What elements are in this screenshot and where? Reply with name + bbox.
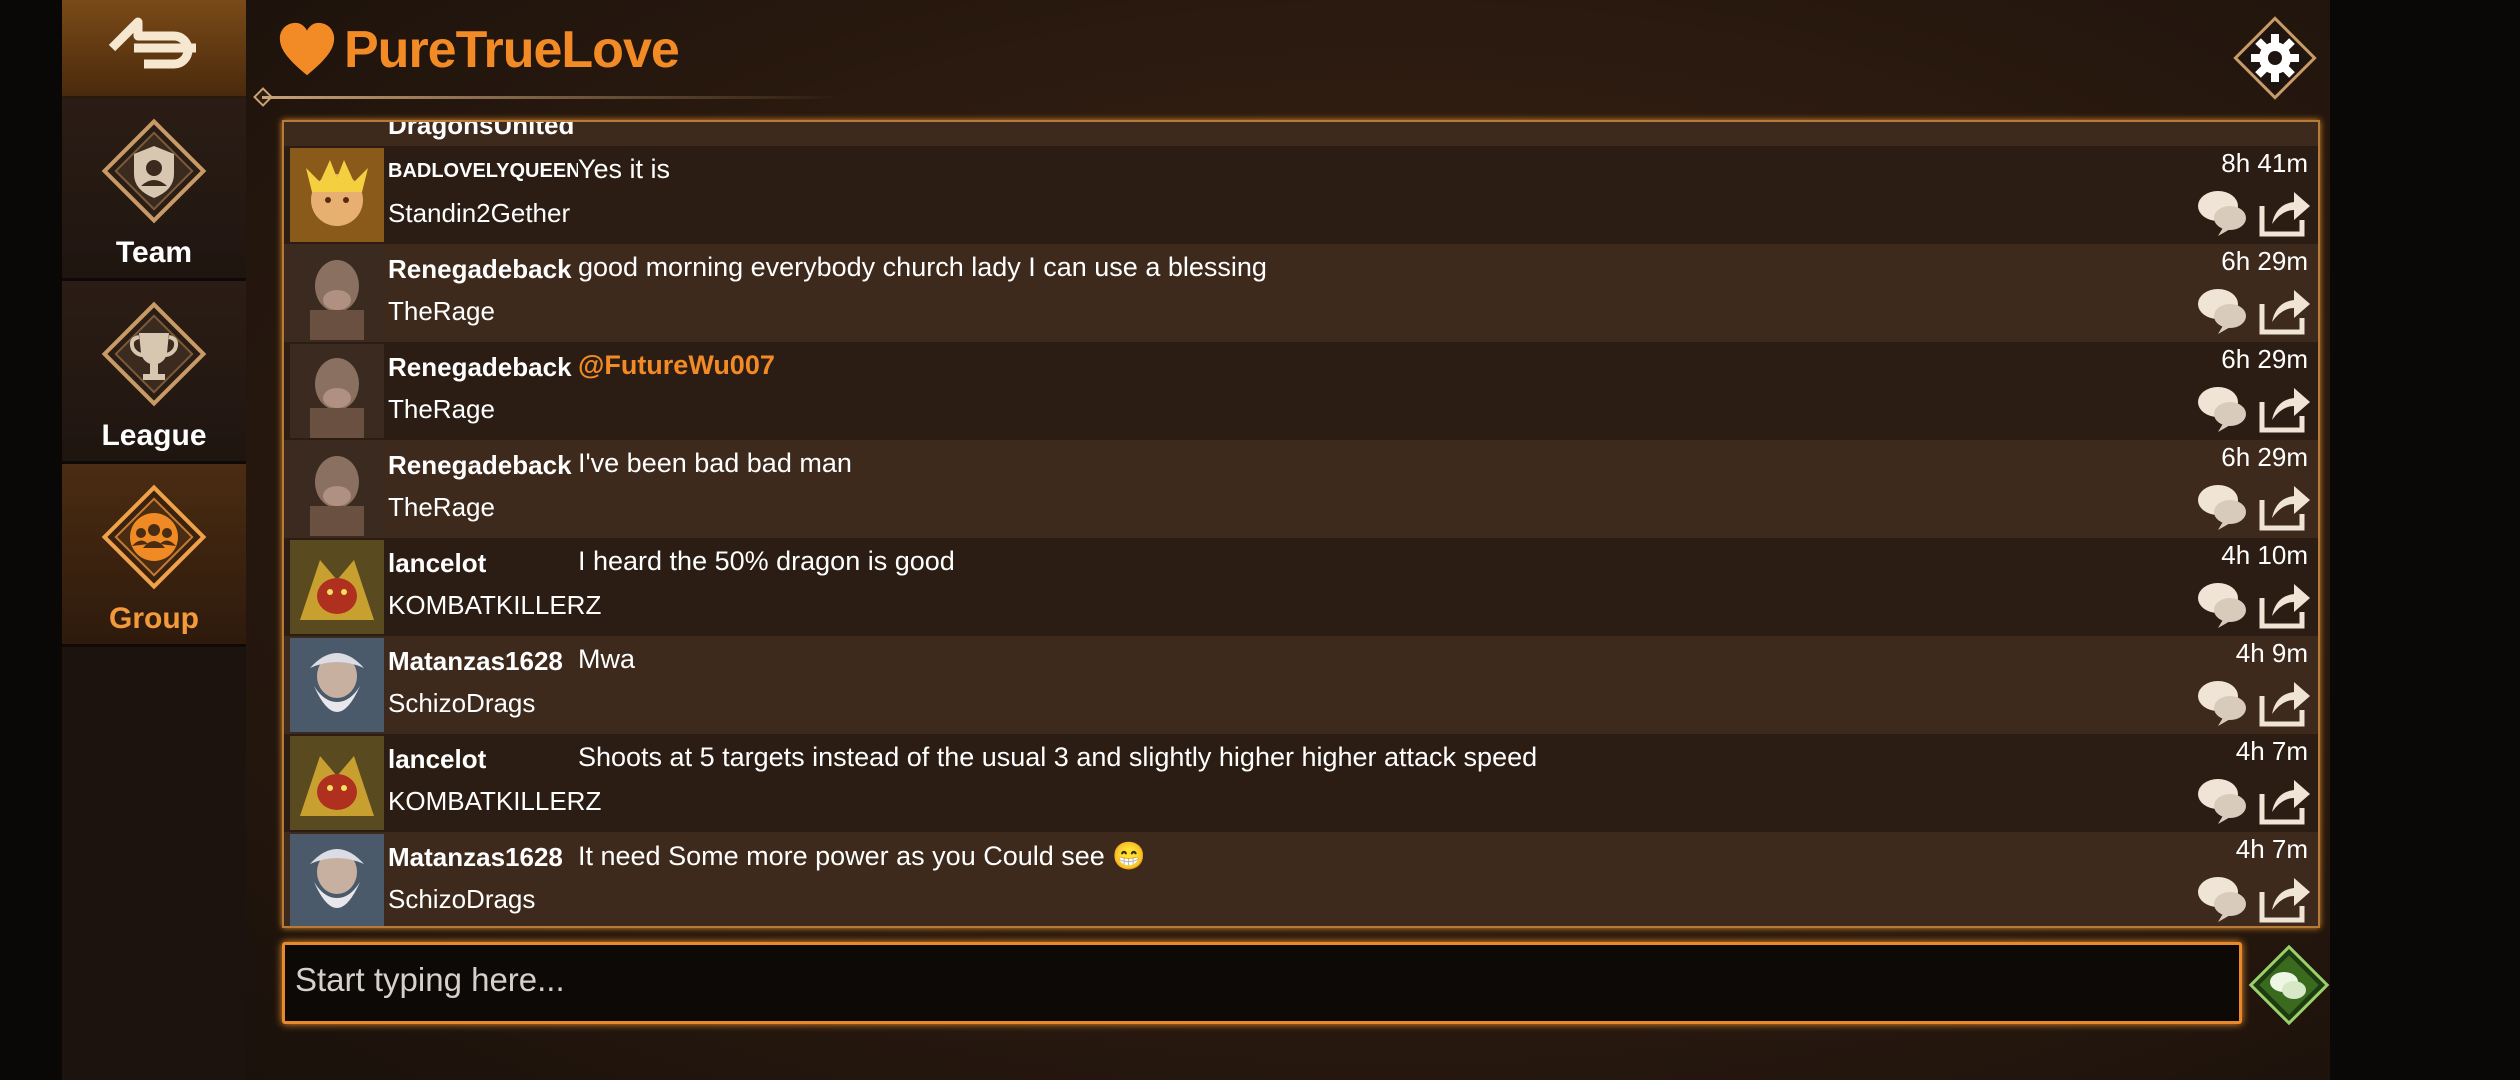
message-username[interactable]: Renegadeback [388, 254, 578, 285]
queen-avatar[interactable] [290, 148, 384, 242]
dragon-avatar[interactable] [290, 540, 384, 634]
reply-icon[interactable] [2194, 186, 2250, 238]
message-mention[interactable]: @FutureWu007 [578, 350, 2178, 381]
message-username[interactable]: Renegadeback [388, 450, 578, 481]
message-time: 6h 29m [2221, 442, 2308, 472]
sidebar-item-team[interactable]: Team [62, 98, 246, 281]
message-username[interactable]: BADLOVELYQUEEN [388, 160, 578, 183]
message-username[interactable]: Matanzas1628 [388, 646, 578, 677]
group-icon [101, 484, 207, 590]
message-username: DragonsUnited [388, 122, 575, 140]
chat-main: PureTrueLove DragonsUnited BADLOVELYQUEE… [246, 0, 2330, 1080]
list-item: BADLOVELYQUEEN Standin2Gether Yes it is … [284, 146, 2318, 245]
heart-icon [279, 22, 335, 76]
ape-avatar[interactable] [290, 442, 384, 536]
reply-icon[interactable] [2194, 578, 2250, 630]
message-time: 8h 41m [2221, 148, 2308, 178]
send-button[interactable] [2246, 942, 2332, 1028]
list-item: lancelot KOMBATKILLERZ Shoots at 5 targe… [284, 734, 2318, 833]
share-icon[interactable] [2256, 774, 2312, 826]
sidebar-item-label: League [101, 419, 207, 452]
list-item: Renegadeback TheRage good morning everyb… [284, 244, 2318, 343]
reply-icon[interactable] [2194, 872, 2250, 924]
trophy-icon [101, 301, 207, 407]
message-team: KOMBATKILLERZ [388, 590, 602, 620]
message-text: It need Some more power as you Could see… [578, 841, 1146, 871]
title-divider [262, 96, 842, 99]
message-time: 4h 7m [2235, 736, 2308, 766]
reply-icon[interactable] [2194, 676, 2250, 728]
message-text: good morning everybody church lady I can… [578, 252, 1267, 282]
sidebar-item-label: Group [109, 602, 199, 635]
message-text: I heard the 50% dragon is good [578, 546, 955, 576]
sidebar-item-group[interactable]: Group [62, 464, 254, 647]
sidebar-item-label: Team [115, 236, 193, 269]
share-icon[interactable] [2256, 382, 2312, 434]
sidebar: Team League Group [62, 0, 254, 1080]
reply-icon[interactable] [2194, 284, 2250, 336]
message-text: Shoots at 5 targets instead of the usual… [578, 742, 1538, 772]
sidebar-item-league[interactable]: League [62, 281, 246, 464]
message-username[interactable]: Renegadeback [388, 352, 578, 383]
message-username[interactable]: lancelot [388, 548, 578, 579]
reply-icon[interactable] [2194, 774, 2250, 826]
message-team: TheRage [388, 394, 495, 424]
message-time: 4h 7m [2235, 834, 2308, 864]
message-time: 4h 10m [2221, 540, 2308, 570]
list-item: Matanzas1628 SchizoDrags It need Some mo… [284, 832, 2318, 928]
message-time: 4h 9m [2235, 638, 2308, 668]
share-icon[interactable] [2256, 676, 2312, 728]
message-username[interactable]: lancelot [388, 744, 578, 775]
message-team: SchizoDrags [388, 884, 536, 914]
message-time: 6h 29m [2221, 344, 2308, 374]
right-border [2330, 0, 2520, 1080]
dragon-avatar[interactable] [290, 736, 384, 830]
chat-message-list[interactable]: DragonsUnited BADLOVELYQUEEN Standin2Get… [282, 120, 2320, 928]
ape-avatar[interactable] [290, 246, 384, 340]
share-icon[interactable] [2256, 480, 2312, 532]
share-icon[interactable] [2256, 284, 2312, 336]
back-button[interactable] [62, 0, 246, 98]
reply-icon[interactable] [2194, 480, 2250, 532]
message-team: TheRage [388, 296, 495, 326]
wizard-avatar[interactable] [290, 638, 384, 732]
back-arrow-icon [108, 17, 196, 69]
share-icon[interactable] [2256, 872, 2312, 924]
message-text: Mwa [578, 644, 636, 674]
message-team: SchizoDrags [388, 688, 536, 718]
reply-icon[interactable] [2194, 382, 2250, 434]
left-border [0, 0, 62, 1080]
message-team: TheRage [388, 492, 495, 522]
ape-avatar[interactable] [290, 344, 384, 438]
wizard-avatar[interactable] [290, 834, 384, 928]
settings-button[interactable] [2233, 16, 2317, 100]
message-team: Standin2Gether [388, 198, 571, 228]
list-item: Renegadeback TheRage @FutureWu007 6h 29m [284, 342, 2318, 441]
message-input-placeholder: Start typing here... [295, 961, 565, 998]
message-text: I've been bad bad man [578, 448, 852, 478]
gear-icon [2251, 34, 2299, 82]
message-time: 6h 29m [2221, 246, 2308, 276]
message-username[interactable]: Matanzas1628 [388, 842, 578, 873]
app-title: PureTrueLove [344, 21, 680, 79]
share-icon[interactable] [2256, 186, 2312, 238]
message-team: KOMBATKILLERZ [388, 786, 602, 816]
list-item: Matanzas1628 SchizoDrags Mwa 4h 9m [284, 636, 2318, 735]
message-input[interactable]: Start typing here... [282, 942, 2242, 1024]
list-item: lancelot KOMBATKILLERZ I heard the 50% d… [284, 538, 2318, 637]
list-item: Renegadeback TheRage I've been bad bad m… [284, 440, 2318, 539]
game-chat-screen: Team League Group PureTrueLove DragonsUn… [0, 0, 2520, 1080]
list-item: DragonsUnited [284, 122, 2318, 146]
page-title: PureTrueLove [276, 10, 680, 90]
shield-icon [101, 118, 207, 224]
share-icon[interactable] [2256, 578, 2312, 630]
message-text: Yes it is [578, 154, 671, 184]
